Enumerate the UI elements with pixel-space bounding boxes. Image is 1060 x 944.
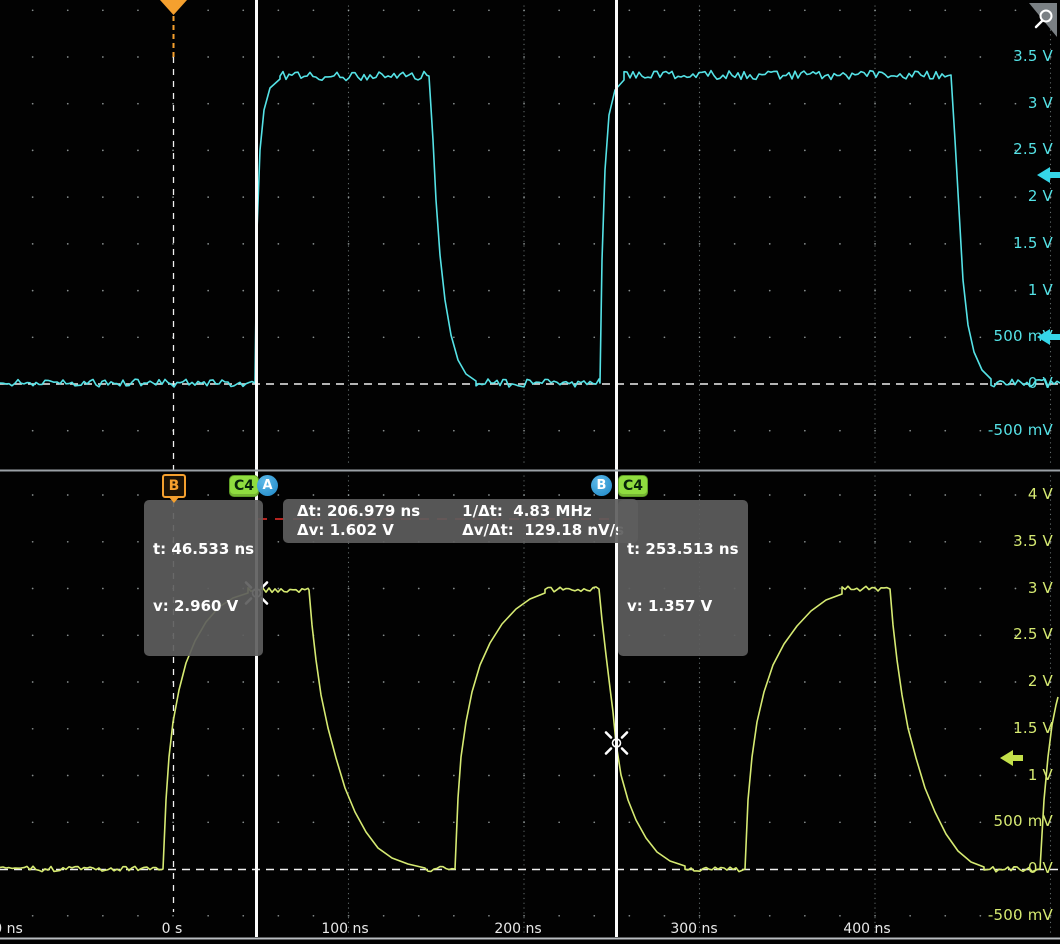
bottom-voltage-tick-1: 3.5 V — [1013, 532, 1053, 550]
cursor-a-badge[interactable]: A — [257, 475, 278, 496]
bottom-voltage-tick-0: 4 V — [1028, 485, 1053, 503]
bottom-voltage-tick-4: 2 V — [1028, 672, 1053, 690]
top-voltage-tick-5: 1 V — [1028, 281, 1053, 299]
bottom-voltage-tick-9: -500 mV — [988, 906, 1053, 924]
cursor-a-time: t: 46.533 ns — [153, 540, 254, 559]
cursor-b-badge[interactable]: B — [591, 475, 612, 496]
time-tick-1: 0 s — [162, 921, 183, 937]
time-division-gridlines — [349, 6, 1051, 932]
top-voltage-tick-7: 0 V — [1028, 374, 1053, 392]
slew-rate-value: Δv/Δt: 129.18 nV/s — [462, 521, 624, 540]
bottom-voltage-tick-2: 3 V — [1028, 579, 1053, 597]
waveform-plot — [0, 0, 1060, 944]
top-voltage-tick-0: 3.5 V — [1013, 47, 1053, 65]
trigger-b-marker[interactable]: B — [162, 474, 186, 498]
channel-top-trace — [0, 71, 1060, 387]
channel-c4-badge-left[interactable]: C4 — [229, 475, 259, 497]
time-tick-5: 400 ns — [843, 921, 890, 937]
top-voltage-tick-8: -500 mV — [988, 421, 1053, 439]
top-voltage-tick-6: 500 mV — [994, 327, 1053, 345]
bottom-voltage-tick-7: 500 mV — [994, 812, 1053, 830]
trigger-b-label: B — [169, 478, 180, 494]
top-voltage-tick-4: 1.5 V — [1013, 234, 1053, 252]
cursor-b-voltage: v: 1.357 V — [627, 597, 739, 616]
graticule-dots — [33, 10, 1051, 916]
delta-measurement-readout: Δt: 206.979 ns 1/Δt: 4.83 MHz Δv: 1.602 … — [283, 499, 638, 543]
channel-c4-badge-right[interactable]: C4 — [618, 475, 648, 497]
cursor-b-time: t: 253.513 ns — [627, 540, 739, 559]
trigger-position-icon[interactable] — [160, 0, 187, 15]
bottom-voltage-tick-6: 1 V — [1028, 766, 1053, 784]
bottom-voltage-tick-5: 1.5 V — [1013, 719, 1053, 737]
bottom-voltage-tick-3: 2.5 V — [1013, 625, 1053, 643]
top-voltage-tick-1: 3 V — [1028, 94, 1053, 112]
time-tick-4: 300 ns — [670, 921, 717, 937]
time-tick-2: 100 ns — [321, 921, 368, 937]
trigger-b-pointer-icon — [168, 496, 180, 503]
cursor-a-readout: t: 46.533 ns v: 2.960 V — [144, 500, 263, 656]
top-voltage-tick-2: 2.5 V — [1013, 140, 1053, 158]
delta-v-value: Δv: 1.602 V — [297, 521, 420, 540]
top-voltage-tick-3: 2 V — [1028, 187, 1053, 205]
time-tick-3: 200 ns — [494, 921, 541, 937]
delta-t-value: Δt: 206.979 ns — [297, 502, 420, 521]
inverse-delta-t-value: 1/Δt: 4.83 MHz — [462, 502, 624, 521]
cursor-b-readout: t: 253.513 ns v: 1.357 V — [618, 500, 748, 656]
oscilloscope-screen: 3.5 V 3 V 2.5 V 2 V 1.5 V 1 V 500 mV 0 V -500 mV… — [0, 0, 1060, 944]
time-tick-0: 0 ns — [0, 921, 23, 937]
bottom-voltage-tick-8: 0 V — [1028, 859, 1053, 877]
cursor-a-voltage: v: 2.960 V — [153, 597, 254, 616]
